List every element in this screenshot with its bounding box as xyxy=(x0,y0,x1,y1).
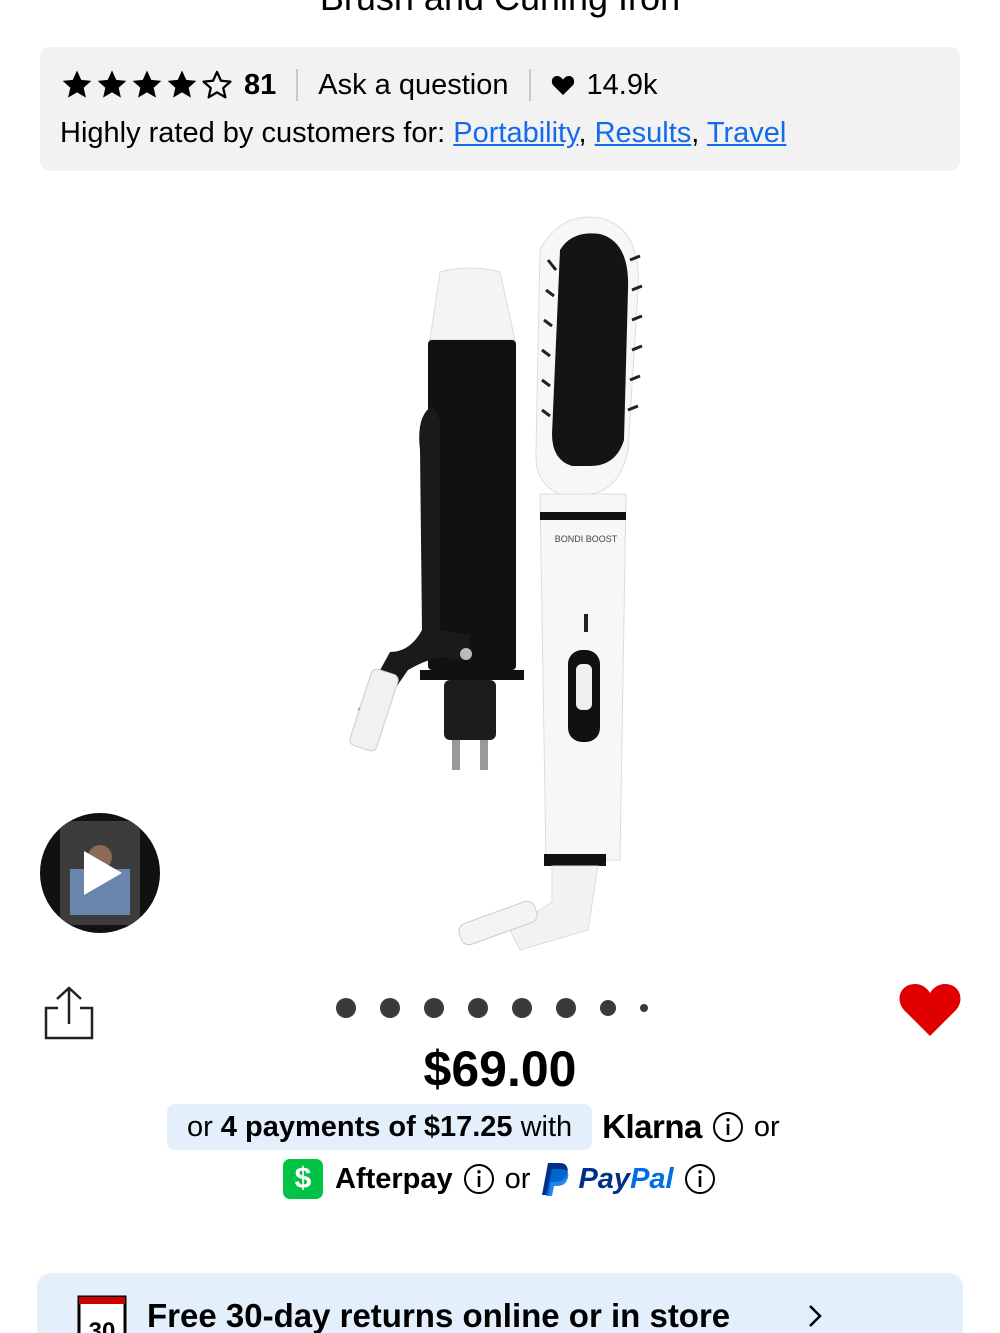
klarna-payments: 4 payments of $17.25 xyxy=(220,1110,513,1143)
gallery-dot[interactable] xyxy=(512,998,532,1018)
star-rating[interactable] xyxy=(60,68,234,102)
klarna-prefix: or xyxy=(187,1110,213,1143)
klarna-with: with xyxy=(520,1110,573,1143)
gallery-dot[interactable] xyxy=(336,998,356,1018)
klarna-row: or 4 payments of $17.25 with Klarna or xyxy=(167,1103,780,1151)
highly-rated-label: Highly rated by customers for: xyxy=(60,117,446,149)
highly-rated-row: Highly rated by customers for: Portabili… xyxy=(60,117,787,149)
tag-link-results[interactable]: Results xyxy=(595,117,692,149)
returns-text: Free 30-day returns online or in store xyxy=(147,1297,731,1333)
gallery-dots[interactable] xyxy=(336,998,648,1018)
klarna-offer[interactable]: or 4 payments of $17.25 with xyxy=(167,1104,593,1150)
afterpay-label[interactable]: Afterpay xyxy=(335,1163,453,1196)
price: $69.00 xyxy=(423,1041,577,1097)
paypal-label[interactable]: PayPal xyxy=(578,1163,673,1196)
star-icon-filled xyxy=(62,70,92,98)
favorite-heart-icon[interactable] xyxy=(899,982,961,1038)
ask-question-link[interactable]: Ask a question xyxy=(318,69,508,102)
info-icon[interactable] xyxy=(684,1163,716,1195)
info-icon[interactable] xyxy=(712,1111,744,1143)
pay-row: $ Afterpay or PayPal xyxy=(283,1155,726,1203)
calendar-day: 30 xyxy=(89,1318,116,1333)
chevron-right-icon xyxy=(809,1305,822,1327)
video-thumbnail[interactable] xyxy=(40,813,160,933)
gallery-dot[interactable] xyxy=(424,998,444,1018)
curling-iron-attachment xyxy=(349,267,524,770)
gallery-dot[interactable] xyxy=(640,1004,648,1012)
share-icon[interactable] xyxy=(40,984,98,1042)
brand-print: BONDI BOOST xyxy=(555,534,618,544)
star-icon-filled xyxy=(132,70,162,98)
rating-row: 81 Ask a question 14.9k xyxy=(60,65,657,105)
star-icon-filled xyxy=(167,70,197,98)
tag-link-portability[interactable]: Portability xyxy=(453,117,578,149)
play-icon xyxy=(60,821,140,925)
or-text: or xyxy=(753,1110,780,1143)
star-icon-filled xyxy=(97,70,127,98)
gallery-dot[interactable] xyxy=(380,998,400,1018)
calendar-icon: 30 xyxy=(77,1295,127,1333)
rating-card: 81 Ask a question 14.9k Highly rated by … xyxy=(40,47,960,171)
or-text: or xyxy=(504,1162,531,1195)
gallery-dot[interactable] xyxy=(468,998,488,1018)
paypal-pay: Pay xyxy=(578,1162,631,1195)
paypal-icon xyxy=(542,1163,569,1196)
info-icon[interactable] xyxy=(463,1163,495,1195)
loves-count: 14.9k xyxy=(586,68,658,101)
gallery-dot[interactable] xyxy=(556,998,576,1018)
afterpay-icon: $ xyxy=(283,1159,323,1199)
gallery-dot[interactable] xyxy=(600,1000,616,1016)
tag-link-travel[interactable]: Travel xyxy=(707,117,787,149)
divider xyxy=(528,69,531,101)
returns-banner[interactable]: 30 Free 30-day returns online or in stor… xyxy=(37,1273,963,1333)
klarna-logo: Klarna xyxy=(602,1108,702,1145)
heart-icon xyxy=(551,76,574,95)
review-count[interactable]: 81 xyxy=(244,69,276,102)
divider xyxy=(296,69,299,101)
star-icon-empty xyxy=(202,70,232,99)
paypal-pal: Pal xyxy=(630,1162,674,1195)
product-title: Brush and Curling Iron xyxy=(0,0,1000,18)
